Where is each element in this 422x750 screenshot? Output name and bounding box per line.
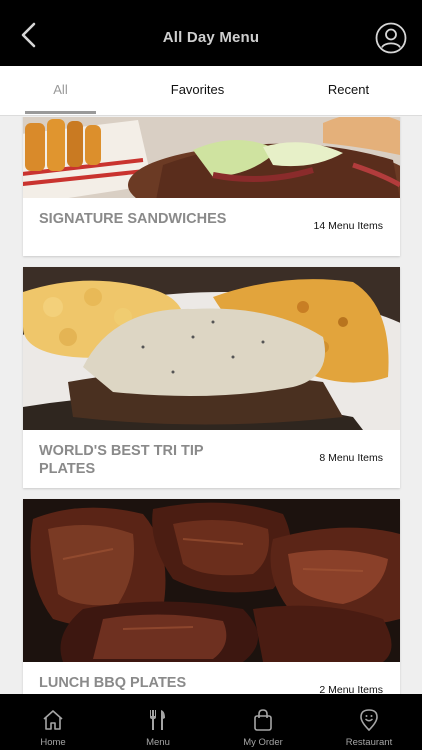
nav-label: Menu xyxy=(146,737,170,748)
category-card-signature-sandwiches[interactable]: SIGNATURE SANDWICHES 14 Menu Items xyxy=(23,117,400,256)
location-pin-icon xyxy=(360,709,378,732)
category-card-lunch-bbq-plates[interactable]: LUNCH BBQ PLATES 2 Menu Items xyxy=(23,499,400,694)
menu-tabs: All Favorites Recent xyxy=(0,66,422,116)
user-circle-icon[interactable] xyxy=(375,22,407,54)
nav-my-order[interactable]: My Order xyxy=(223,694,303,750)
category-image xyxy=(23,117,400,198)
nav-label: My Order xyxy=(243,737,283,748)
shopping-bag-icon xyxy=(254,709,272,731)
category-title: LUNCH BBQ PLATES xyxy=(39,675,187,691)
tab-all[interactable]: All xyxy=(20,66,101,114)
item-count: 2 Menu Items xyxy=(319,684,383,694)
category-image xyxy=(23,267,400,430)
category-list[interactable]: SIGNATURE SANDWICHES 14 Menu Items WORLD… xyxy=(0,117,422,694)
tab-recent[interactable]: Recent xyxy=(308,66,389,114)
nav-home[interactable]: Home xyxy=(13,694,93,750)
nav-menu[interactable]: Menu xyxy=(118,694,198,750)
category-card-footer: SIGNATURE SANDWICHES 14 Menu Items xyxy=(23,198,400,256)
home-icon xyxy=(43,710,63,730)
nav-restaurant[interactable]: Restaurant xyxy=(329,694,409,750)
item-count: 14 Menu Items xyxy=(313,220,383,232)
category-card-footer: LUNCH BBQ PLATES 2 Menu Items xyxy=(23,662,400,694)
category-title: WORLD'S BEST TRI TIP PLATES xyxy=(39,443,204,477)
top-app-bar: All Day Menu xyxy=(0,0,422,66)
category-image xyxy=(23,499,400,662)
nav-label: Home xyxy=(40,737,66,748)
category-card-tri-tip-plates[interactable]: WORLD'S BEST TRI TIP PLATES 8 Menu Items xyxy=(23,267,400,488)
bottom-navigation: Home Menu My Order Restaurant xyxy=(0,694,422,750)
nav-label: Restaurant xyxy=(345,737,393,748)
tab-favorites[interactable]: Favorites xyxy=(157,66,238,114)
utensils-icon xyxy=(150,710,165,730)
page-title: All Day Menu xyxy=(162,29,260,46)
item-count: 8 Menu Items xyxy=(319,452,383,464)
category-title: SIGNATURE SANDWICHES xyxy=(39,211,227,227)
active-tab-indicator xyxy=(25,111,96,114)
category-card-footer: WORLD'S BEST TRI TIP PLATES 8 Menu Items xyxy=(23,430,400,488)
